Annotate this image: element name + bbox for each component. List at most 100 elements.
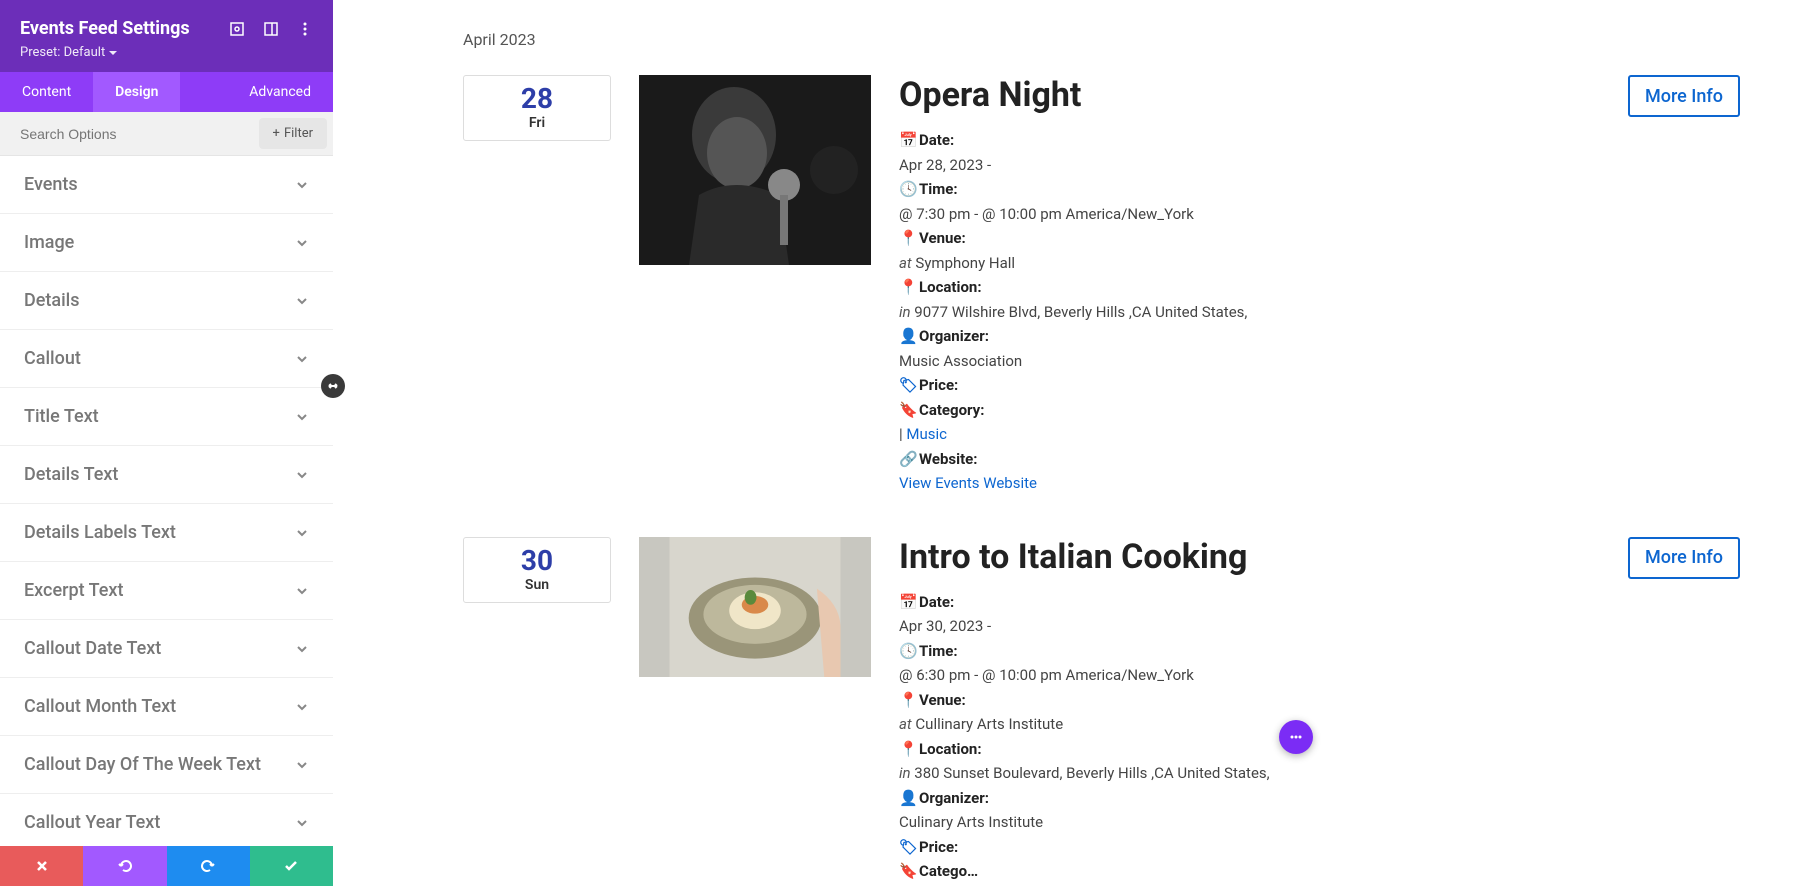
save-button[interactable]	[250, 846, 333, 886]
website-icon: 🔗	[899, 448, 913, 471]
event-title[interactable]: Intro to Italian Cooking	[899, 537, 1628, 577]
event-time-value: @ 7:30 pm - @ 10:00 pm America/New_York	[899, 203, 1628, 226]
section-label: Callout Year Text	[24, 812, 160, 833]
preset-dropdown[interactable]: Preset: Default	[20, 45, 117, 60]
section-label: Callout Day Of The Week Text	[24, 754, 261, 775]
category-icon: 🔖	[899, 860, 913, 883]
event-venue-value: at Symphony Hall	[899, 252, 1628, 275]
section-details-text[interactable]: Details Text	[0, 446, 333, 504]
category-link[interactable]: Music	[906, 425, 947, 443]
panel-title: Events Feed Settings	[20, 18, 190, 39]
more-icon[interactable]	[297, 21, 313, 37]
organizer-icon: 👤	[899, 787, 913, 810]
responsive-icon[interactable]	[229, 21, 245, 37]
event-card: 30SunIntro to Italian Cooking📅Date:Apr 3…	[463, 537, 1740, 886]
chevron-down-icon	[295, 584, 309, 598]
section-events[interactable]: Events	[0, 156, 333, 214]
website-link[interactable]: View Events Website	[899, 474, 1037, 492]
chevron-down-icon	[295, 758, 309, 772]
date-dow: Sun	[525, 577, 549, 593]
undo-button[interactable]	[83, 846, 166, 886]
event-organizer-value: Music Association	[899, 350, 1628, 373]
section-callout-date-text[interactable]: Callout Date Text	[0, 620, 333, 678]
chevron-down-icon	[295, 178, 309, 192]
event-time-value: @ 6:30 pm - @ 10:00 pm America/New_York	[899, 664, 1628, 687]
chevron-down-icon	[295, 410, 309, 424]
section-callout[interactable]: Callout	[0, 330, 333, 388]
sidebar-header: Events Feed Settings Preset: Default	[0, 0, 333, 72]
chevron-down-icon	[295, 816, 309, 830]
date-icon: 📅	[899, 129, 913, 152]
organizer-icon: 👤	[899, 325, 913, 348]
settings-sidebar: Events Feed Settings Preset: Default Con…	[0, 0, 333, 886]
date-icon: 📅	[899, 591, 913, 614]
month-heading: April 2023	[463, 30, 1740, 49]
event-organizer-value: Culinary Arts Institute	[899, 811, 1628, 834]
section-callout-year-text[interactable]: Callout Year Text	[0, 794, 333, 846]
cancel-button[interactable]	[0, 846, 83, 886]
section-callout-month-text[interactable]: Callout Month Text	[0, 678, 333, 736]
redo-button[interactable]	[167, 846, 250, 886]
event-image[interactable]	[639, 75, 871, 265]
category-icon: 🔖	[899, 399, 913, 422]
venue-icon: 📍	[899, 227, 913, 250]
time-icon: 🕓	[899, 640, 913, 663]
floating-action-button[interactable]	[1279, 720, 1313, 754]
event-location-value: in 380 Sunset Boulevard, Beverly Hills ,…	[899, 762, 1628, 785]
sections-list[interactable]: Events Image Details Callout Title Text Detai…	[0, 156, 333, 846]
event-image[interactable]	[639, 537, 871, 677]
section-label: Image	[24, 232, 74, 253]
section-callout-day-of-the-week-text[interactable]: Callout Day Of The Week Text	[0, 736, 333, 794]
event-category-value: | Music	[899, 423, 1628, 446]
section-label: Details	[24, 290, 80, 311]
time-icon: 🕓	[899, 178, 913, 201]
chevron-down-icon	[295, 236, 309, 250]
date-day: 30	[521, 547, 553, 575]
event-date-value: Apr 30, 2023 -	[899, 615, 1628, 638]
section-label: Details Text	[24, 464, 118, 485]
chevron-down-icon	[295, 642, 309, 656]
event-location-value: in 9077 Wilshire Blvd, Beverly Hills ,CA…	[899, 301, 1628, 324]
chevron-down-icon	[295, 294, 309, 308]
section-label: Events	[24, 174, 78, 195]
more-info-button[interactable]: More Info	[1628, 537, 1740, 579]
location-icon: 📍	[899, 276, 913, 299]
search-filter-row: + Filter	[0, 112, 333, 156]
date-dow: Fri	[529, 115, 545, 131]
panel-layout-icon[interactable]	[263, 21, 279, 37]
filter-button[interactable]: + Filter	[259, 118, 327, 149]
section-excerpt-text[interactable]: Excerpt Text	[0, 562, 333, 620]
tab-advanced[interactable]: Advanced	[227, 72, 333, 112]
section-label: Details Labels Text	[24, 522, 176, 543]
plus-icon: +	[273, 126, 280, 141]
section-image[interactable]: Image	[0, 214, 333, 272]
filter-label: Filter	[284, 126, 313, 141]
location-icon: 📍	[899, 738, 913, 761]
date-day: 28	[521, 85, 553, 113]
preview-pane[interactable]: April 2023 28FriOpera Night📅Date:Apr 28,…	[333, 0, 1800, 886]
date-chip: 30 Sun	[463, 537, 611, 603]
section-title-text[interactable]: Title Text	[0, 388, 333, 446]
tab-design[interactable]: Design	[93, 72, 180, 112]
chevron-down-icon	[295, 352, 309, 366]
section-label: Callout	[24, 348, 81, 369]
section-label: Excerpt Text	[24, 580, 123, 601]
chevron-down-icon	[295, 468, 309, 482]
resize-handle[interactable]	[321, 374, 345, 398]
tabs-bar: Content Design Advanced	[0, 72, 333, 112]
preset-label: Preset: Default	[20, 45, 105, 60]
price-icon: 🏷	[899, 836, 913, 859]
sidebar-footer	[0, 846, 333, 886]
event-date-value: Apr 28, 2023 -	[899, 154, 1628, 177]
chevron-down-icon	[295, 526, 309, 540]
search-input[interactable]	[0, 114, 259, 154]
more-info-button[interactable]: More Info	[1628, 75, 1740, 117]
event-card: 28FriOpera Night📅Date:Apr 28, 2023 -🕓Tim…	[463, 75, 1740, 497]
section-details[interactable]: Details	[0, 272, 333, 330]
event-title[interactable]: Opera Night	[899, 75, 1628, 115]
price-icon: 🏷	[899, 374, 913, 397]
tab-content[interactable]: Content	[0, 72, 93, 112]
section-label: Title Text	[24, 406, 99, 427]
date-chip: 28 Fri	[463, 75, 611, 141]
section-details-labels-text[interactable]: Details Labels Text	[0, 504, 333, 562]
